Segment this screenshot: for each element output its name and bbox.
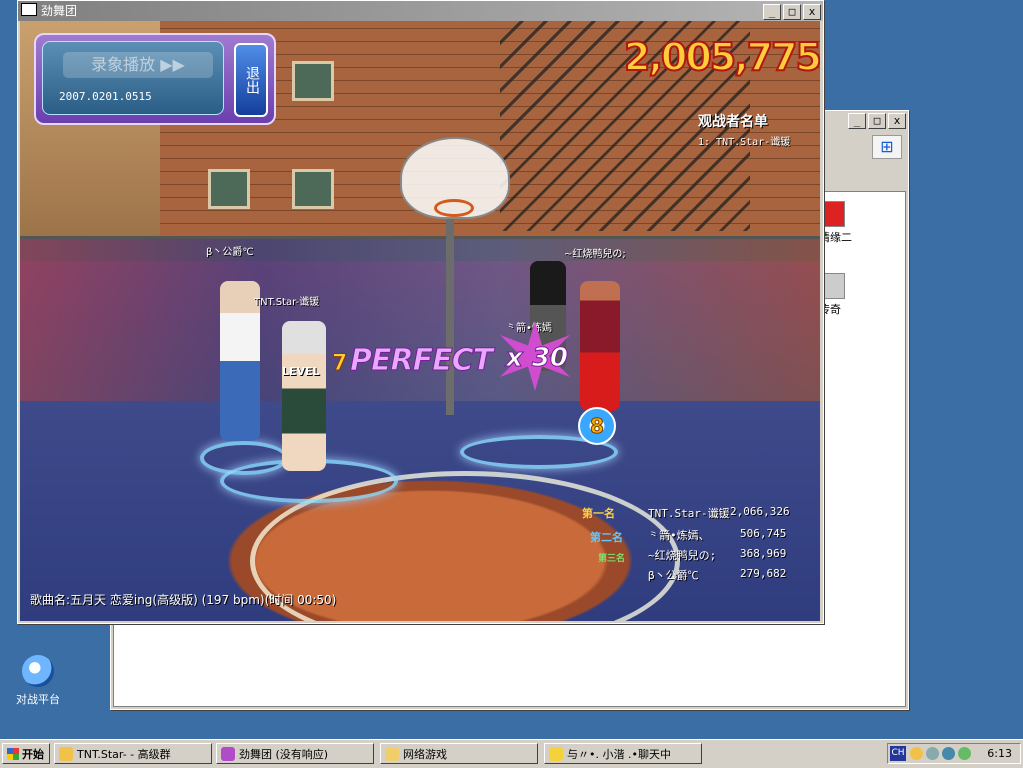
player-name-tag: TNT.Star-谶锾: [254, 297, 320, 308]
ranking-score: 368,969: [740, 547, 787, 560]
close-button[interactable]: x: [803, 4, 821, 20]
game-scene[interactable]: 录象播放 ▶▶ 2007.0201.0515 退出 2,005,775 观战者名…: [20, 21, 820, 621]
building-window: [292, 61, 334, 101]
hoop-pole: [446, 215, 454, 415]
score-display: 2,005,775: [623, 34, 820, 80]
chat-icon: [549, 747, 563, 761]
maximize-button[interactable]: □: [783, 4, 801, 20]
rank-badge-second: 第二名: [590, 531, 623, 544]
task-label: 与〃•. 小湝 .•聊天中: [567, 748, 671, 761]
ranking-name: ⺀箭•炼嫣、: [648, 529, 710, 542]
window-icon: [21, 3, 37, 16]
combo-multiplier: x 30: [505, 343, 569, 374]
exit-button[interactable]: 退出: [234, 43, 268, 117]
song-info: 歌曲名:五月天 恋爱ing(高级版) (197 bpm)(时间 00:50): [30, 593, 337, 607]
window-title: 劲舞团: [41, 4, 78, 18]
replay-panel: 录象播放 ▶▶ 2007.0201.0515 退出: [34, 33, 276, 125]
taskbar-item-game[interactable]: 劲舞团 (没有响应): [216, 743, 374, 764]
maximize-button[interactable]: □: [868, 113, 886, 129]
title-bar[interactable]: 劲舞团: [18, 1, 823, 21]
replay-date: 2007.0201.0515: [59, 90, 152, 103]
network-tray-icon[interactable]: [926, 747, 939, 760]
close-button[interactable]: x: [888, 113, 906, 129]
hoop-rim: [434, 199, 474, 217]
dancer-2: [282, 321, 326, 471]
ranking-score: 279,682: [740, 567, 787, 580]
beat-bubble: 8: [578, 407, 616, 445]
player-name-tag: β丶公爵℃: [206, 247, 254, 258]
task-label: TNT.Star- - 高级群: [77, 748, 171, 761]
spectator-list-title: 观战者名单: [698, 114, 768, 130]
ranking-row: ~红烧鸭兒の; 368,969: [648, 547, 786, 563]
rank-badge-first: 第一名: [582, 507, 615, 520]
volume-tray-icon[interactable]: [942, 747, 955, 760]
replay-label: 录象播放 ▶▶: [63, 52, 213, 78]
desktop-icon-battle-platform[interactable]: 对战平台: [6, 655, 70, 707]
game-icon: [221, 747, 235, 761]
taskbar-item-chat[interactable]: 与〃•. 小湝 .•聊天中: [544, 743, 702, 764]
building-window: [292, 169, 334, 209]
rank-badge-third: 第三名: [598, 554, 626, 564]
battle-platform-icon: [22, 655, 54, 687]
monitor-tray-icon[interactable]: [958, 747, 971, 760]
ranking-score: 2,066,326: [730, 505, 790, 518]
windows-flag-icon: [7, 748, 19, 760]
windows-logo-icon: ⊞: [872, 135, 902, 159]
ranking-score: 506,745: [740, 527, 787, 540]
player-name-tag: ⺀箭•炼嫣: [506, 323, 552, 334]
dancer-4: [580, 281, 620, 411]
ranking-name: TNT.Star-谶锾: [648, 507, 730, 520]
ranking-name: β丶公爵℃: [648, 569, 699, 582]
system-tray: CH 6:13: [887, 743, 1021, 764]
minimize-button[interactable]: _: [848, 113, 866, 129]
ranking-row: TNT.Star-谶锾 2,066,326: [648, 505, 790, 521]
folder-icon: [385, 747, 399, 761]
spectator-item: 1: TNT.Star-谶锾: [698, 137, 791, 148]
taskbar-item-group-chat[interactable]: TNT.Star- - 高级群: [54, 743, 212, 764]
perfect-judgement: PERFECT: [349, 343, 493, 379]
ime-indicator[interactable]: CH: [890, 746, 906, 761]
clock[interactable]: 6:13: [987, 744, 1012, 763]
desktop-icon-label: 对战平台: [16, 693, 60, 706]
game-window[interactable]: 劲舞团 _ □ x 录象播放 ▶▶ 2007.0201.0515 退出 2,00…: [17, 0, 824, 624]
qq-tray-icon[interactable]: [910, 747, 923, 760]
start-button[interactable]: 开始: [2, 743, 50, 764]
taskbar-item-folder[interactable]: 网络游戏: [380, 743, 538, 764]
level-label: LEVEL: [282, 365, 320, 378]
qq-icon: [59, 747, 73, 761]
combo-count: 7: [331, 351, 348, 377]
building-window: [208, 169, 250, 209]
player-name-tag: ~红烧鸭兒の;: [564, 249, 626, 260]
start-label: 开始: [22, 748, 44, 761]
ranking-row: β丶公爵℃ 279,682: [648, 567, 786, 583]
ranking-row: ⺀箭•炼嫣、 506,745: [648, 527, 786, 543]
task-label: 网络游戏: [403, 748, 447, 761]
taskbar: 开始 TNT.Star- - 高级群 劲舞团 (没有响应) 网络游戏 与〃•. …: [0, 739, 1023, 768]
minimize-button[interactable]: _: [763, 4, 781, 20]
ranking-name: ~红烧鸭兒の;: [648, 549, 717, 562]
task-label: 劲舞团 (没有响应): [239, 748, 329, 761]
